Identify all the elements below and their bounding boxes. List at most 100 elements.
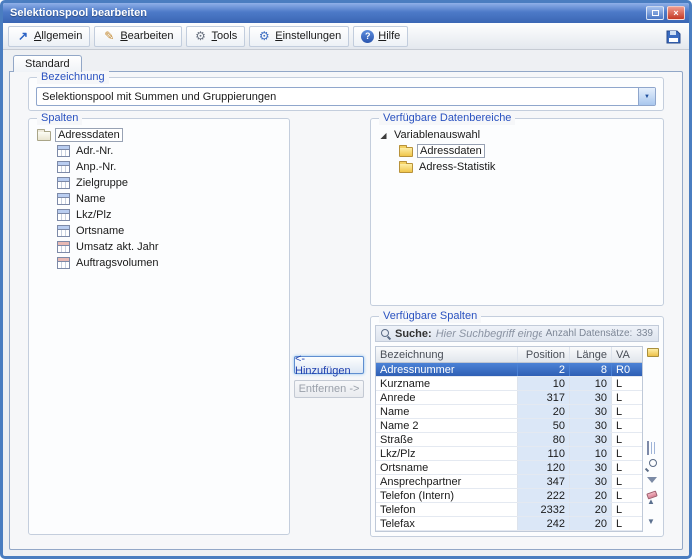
- table-row[interactable]: Telefon 2332 20 L: [376, 503, 642, 517]
- filter-icon[interactable]: [647, 477, 657, 483]
- table-icon: [57, 161, 70, 173]
- hinzufuegen-button[interactable]: <- Hinzufügen: [294, 353, 364, 377]
- tree-item[interactable]: Ortsname: [37, 223, 283, 239]
- search-icon: [381, 328, 391, 339]
- cell-bezeichnung: Lkz/Plz: [376, 447, 518, 460]
- tree-item[interactable]: Name: [37, 191, 283, 207]
- tree-item-label: Adr.-Nr.: [76, 145, 114, 157]
- cell-va: R0: [612, 363, 642, 376]
- bezeichnung-group-label: Bezeichnung: [37, 71, 109, 84]
- cell-position: 242: [518, 517, 570, 530]
- cell-va: L: [616, 503, 623, 516]
- tree-item-label: Adress-Statistik: [419, 161, 496, 173]
- cell-bezeichnung: Name: [376, 405, 518, 418]
- table-row[interactable]: Straße 80 30 L: [376, 433, 642, 447]
- cell-va: L: [616, 391, 623, 404]
- table-row[interactable]: Kurzname 10 10 L: [376, 377, 642, 391]
- tree-item-label: Auftragsvolumen: [76, 257, 159, 269]
- combobox-dropdown-button[interactable]: ▼: [638, 88, 655, 105]
- column-chooser-icon[interactable]: [647, 348, 659, 357]
- tab-strip: Standard: [3, 50, 689, 72]
- scroll-up-icon[interactable]: ▲: [647, 498, 655, 506]
- bezeichnung-group: Bezeichnung Selektionspool mit Summen un…: [28, 71, 664, 111]
- tree-item-label: Lkz/Plz: [76, 209, 112, 221]
- cell-laenge: 20: [570, 517, 612, 530]
- cell-bezeichnung: Kurzname: [376, 377, 518, 390]
- table-row[interactable]: Lkz/Plz 110 10 L: [376, 447, 642, 461]
- tab-page: Bezeichnung Selektionspool mit Summen un…: [9, 71, 683, 550]
- cell-bezeichnung: Telefax: [376, 517, 518, 530]
- table-icon: [57, 209, 70, 221]
- cell-bezeichnung: Anrede: [376, 391, 518, 404]
- table-row[interactable]: Ortsname 120 30 L: [376, 461, 642, 475]
- columns-table: Bezeichnung Position Länge VA Adressnumm…: [375, 346, 643, 532]
- tree-item[interactable]: Auftragsvolumen: [37, 255, 283, 271]
- toolbar-button-allgemein[interactable]: ↗ Allgemein: [8, 25, 91, 47]
- header-bezeichnung[interactable]: Bezeichnung: [376, 347, 518, 362]
- verfuegbare-spalten-group: Verfügbare Spalten Suche: Anzahl Datensä…: [370, 310, 664, 537]
- spalten-tree: Adressdaten Adr.-Nr. Anp.-Nr. Zielgruppe…: [37, 127, 283, 528]
- table-row[interactable]: Anrede 317 30 L: [376, 391, 642, 405]
- header-position[interactable]: Position: [518, 347, 570, 362]
- expand-icon[interactable]: ◢: [379, 131, 388, 140]
- record-count-value: 339: [636, 328, 653, 339]
- toolbar-button-hilfe[interactable]: ? Hilfe: [353, 25, 409, 47]
- close-icon: ×: [673, 7, 679, 18]
- tree-item[interactable]: Zielgruppe: [37, 175, 283, 191]
- cell-bezeichnung: Telefon: [376, 503, 518, 516]
- table-row[interactable]: Adressnummer 2 8 R0: [376, 363, 642, 377]
- close-button[interactable]: ×: [667, 6, 685, 20]
- cell-laenge: 30: [570, 475, 612, 488]
- search-input[interactable]: [435, 327, 542, 340]
- cell-position: 2: [518, 363, 570, 376]
- toolbar-button-tools[interactable]: ⚙ Tools: [185, 25, 246, 47]
- search-bar: Suche: Anzahl Datensätze: 339: [375, 325, 659, 342]
- table-row[interactable]: Name 2 50 30 L: [376, 419, 642, 433]
- tab-standard[interactable]: Standard: [13, 55, 82, 72]
- tree-item-label: Umsatz akt. Jahr: [76, 241, 159, 253]
- header-laenge[interactable]: Länge: [570, 347, 612, 362]
- table-row[interactable]: Telefax 242 20 L: [376, 517, 642, 531]
- cell-va: L: [616, 405, 623, 418]
- table-row[interactable]: Ansprechpartner 347 30 L: [376, 475, 642, 489]
- tree-root[interactable]: ◢ Variablenauswahl: [379, 127, 657, 143]
- tree-root[interactable]: Adressdaten: [37, 127, 283, 143]
- tree-item[interactable]: Adress-Statistik: [379, 159, 657, 175]
- cell-laenge: 10: [570, 447, 612, 460]
- folder-icon: [399, 161, 413, 173]
- table-header: Bezeichnung Position Länge VA: [376, 347, 642, 363]
- entfernen-button[interactable]: Entfernen ->: [294, 380, 364, 398]
- table-sum-icon: [57, 257, 70, 269]
- tree-item-selected[interactable]: Adressdaten: [379, 143, 657, 159]
- table-row[interactable]: Telefon (Intern) 222 20 L: [376, 489, 642, 503]
- gear-icon: ⚙: [195, 29, 206, 43]
- toolbar-button-einstellungen[interactable]: ⚙ Einstellungen: [249, 25, 350, 47]
- cell-va: L: [616, 377, 623, 390]
- tree-root-label: Variablenauswahl: [394, 129, 481, 141]
- cell-position: 317: [518, 391, 570, 404]
- tree-item[interactable]: Lkz/Plz: [37, 207, 283, 223]
- toolbar-label: Allgemein: [34, 30, 83, 42]
- scroll-down-icon[interactable]: ▼: [647, 518, 655, 526]
- help-icon: ?: [361, 29, 375, 43]
- tree-item[interactable]: Umsatz akt. Jahr: [37, 239, 283, 255]
- tree-item[interactable]: Adr.-Nr.: [37, 143, 283, 159]
- cell-va: L: [616, 447, 623, 460]
- datenbereiche-group: Verfügbare Datenbereiche ◢ Variablenausw…: [370, 112, 664, 306]
- arrow-upright-icon: ↗: [17, 29, 29, 43]
- tree-item[interactable]: Anp.-Nr.: [37, 159, 283, 175]
- save-button[interactable]: [662, 26, 684, 47]
- folder-icon: [37, 129, 51, 141]
- cell-va: L: [616, 517, 623, 530]
- datenbereiche-group-label: Verfügbare Datenbereiche: [379, 112, 516, 125]
- minimize-button[interactable]: [646, 6, 664, 20]
- header-va[interactable]: VA: [612, 347, 642, 362]
- grid-columns-icon[interactable]: [647, 441, 649, 455]
- toolbar-label: Bearbeiten: [120, 30, 174, 42]
- cell-bezeichnung: Name 2: [376, 419, 518, 432]
- table-row[interactable]: Name 20 30 L: [376, 405, 642, 419]
- cell-position: 120: [518, 461, 570, 474]
- bezeichnung-combobox[interactable]: Selektionspool mit Summen und Gruppierun…: [36, 87, 656, 106]
- dialog-window: Selektionspool bearbeiten × ↗ Allgemein …: [0, 0, 692, 559]
- toolbar-button-bearbeiten[interactable]: ✎ Bearbeiten: [94, 25, 182, 47]
